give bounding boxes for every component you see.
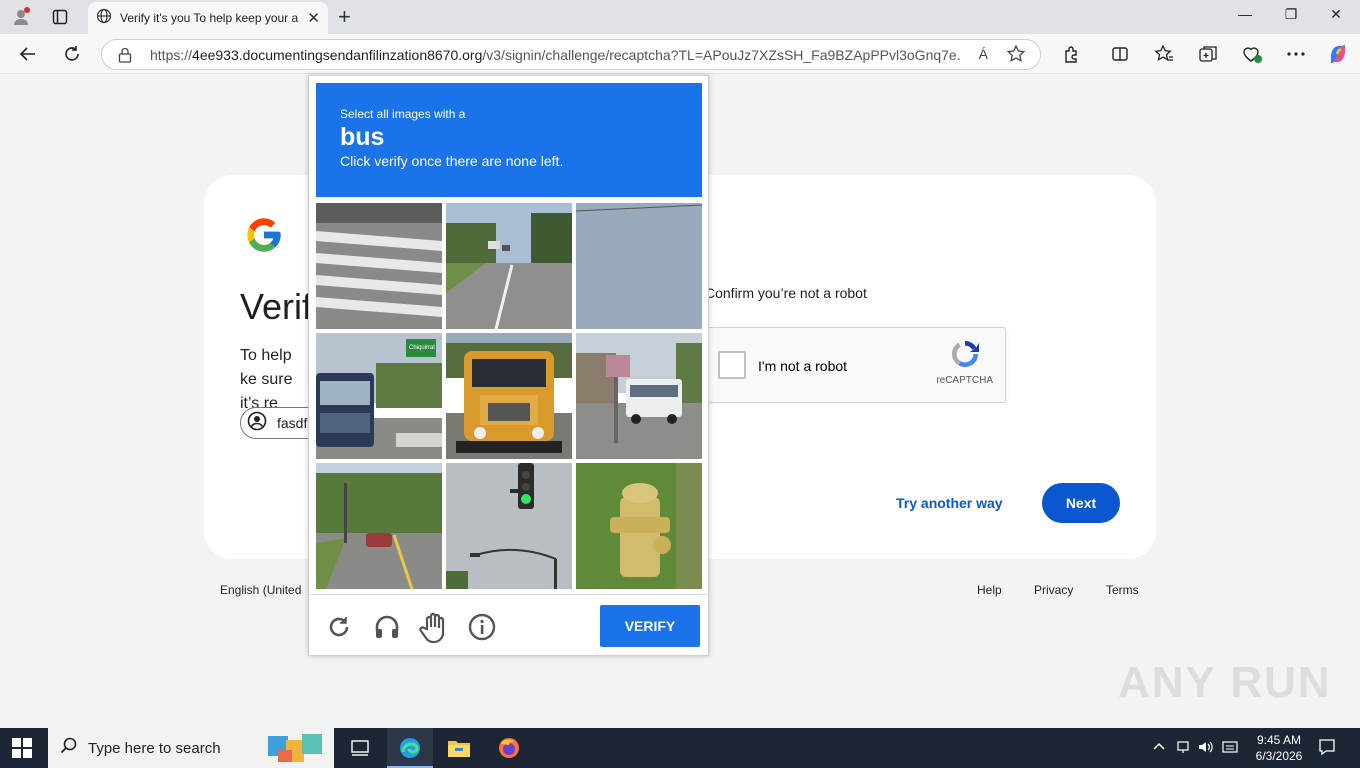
- challenge-tile-fire-hydrant[interactable]: [576, 463, 702, 589]
- next-button[interactable]: Next: [1042, 483, 1120, 523]
- search-icon: [60, 737, 78, 760]
- puzzle-widget-icon[interactable]: [264, 730, 330, 768]
- audio-challenge-icon[interactable]: [372, 612, 402, 642]
- browser-essentials-icon[interactable]: [1240, 42, 1264, 66]
- windows-start-icon[interactable]: [12, 738, 32, 763]
- minimize-icon[interactable]: —: [1230, 6, 1260, 22]
- taskbar-search[interactable]: Type here to search: [48, 728, 334, 768]
- recaptcha-brand: reCAPTCHA: [936, 375, 993, 386]
- tab-title: Verify it's you To help keep your a: [120, 11, 299, 25]
- favorites-icon[interactable]: [1152, 42, 1176, 66]
- close-tab-icon[interactable]: ✕: [307, 9, 320, 27]
- browser-tab-bar: Verify it's you To help keep your a ✕ + …: [0, 0, 1360, 34]
- task-view-icon[interactable]: [348, 736, 372, 760]
- footer-privacy-link[interactable]: Privacy: [1034, 583, 1073, 597]
- challenge-tile-bus[interactable]: Chiquirral: [316, 333, 442, 459]
- challenge-divider: [309, 594, 708, 595]
- profile-icon[interactable]: [10, 6, 32, 28]
- url-text[interactable]: https://4ee933.documentingsendanfilinzat…: [150, 47, 960, 63]
- challenge-subinstruction: Click verify once there are none left.: [340, 153, 564, 169]
- search-placeholder: Type here to search: [88, 739, 221, 757]
- account-circle-icon: [247, 411, 267, 436]
- info-icon[interactable]: [467, 612, 497, 642]
- anyrun-watermark: ANY RUN: [1118, 658, 1332, 707]
- close-window-icon[interactable]: ✕: [1321, 6, 1351, 23]
- new-tab-icon[interactable]: +: [338, 4, 351, 30]
- challenge-tile-sky[interactable]: [576, 203, 702, 329]
- back-icon[interactable]: [16, 42, 40, 66]
- account-email: fasdf: [277, 415, 308, 431]
- try-another-way-link[interactable]: Try another way: [896, 495, 1003, 511]
- recaptcha-logo-icon: [949, 338, 981, 375]
- challenge-tile-bus-street[interactable]: [576, 333, 702, 459]
- page-description: To help ke sure it’s re: [240, 347, 293, 412]
- volume-icon[interactable]: [1198, 740, 1214, 757]
- restore-icon[interactable]: ❐: [1276, 6, 1306, 23]
- browser-toolbar: https://4ee933.documentingsendanfilinzat…: [0, 34, 1360, 74]
- tray-chevron-icon[interactable]: [1152, 740, 1166, 754]
- input-method-icon[interactable]: [1222, 740, 1238, 757]
- lock-icon[interactable]: [118, 47, 132, 68]
- tab-actions-icon[interactable]: [49, 6, 71, 28]
- challenge-header: Select all images with a bus Click verif…: [316, 83, 702, 197]
- copilot-icon[interactable]: [1326, 42, 1350, 66]
- notifications-icon[interactable]: [1318, 738, 1336, 759]
- hand-icon[interactable]: [419, 612, 449, 643]
- recaptcha-label: I'm not a robot: [758, 358, 848, 374]
- challenge-tile-crosswalk[interactable]: [316, 203, 442, 329]
- language-selector[interactable]: English (United: [220, 583, 301, 597]
- challenge-tile-street-car[interactable]: [316, 463, 442, 589]
- favorite-star-icon[interactable]: [1006, 44, 1026, 69]
- windows-taskbar: Type here to search 9:45 AM 6/3/2026: [0, 728, 1360, 768]
- read-aloud-icon[interactable]: Á: [979, 46, 988, 62]
- more-menu-icon[interactable]: [1284, 42, 1308, 66]
- challenge-target: bus: [340, 123, 385, 151]
- challenge-tile-school-bus[interactable]: [446, 333, 572, 459]
- recaptcha-widget: I'm not a robot reCAPTCHA: [706, 327, 1006, 403]
- verify-button[interactable]: VERIFY: [600, 605, 700, 647]
- tab-verify[interactable]: Verify it's you To help keep your a ✕: [88, 2, 328, 34]
- footer-help-link[interactable]: Help: [977, 583, 1002, 597]
- globe-icon: [96, 8, 112, 29]
- google-logo-icon: [244, 215, 284, 260]
- challenge-tile-traffic-light[interactable]: [446, 463, 572, 589]
- recaptcha-checkbox[interactable]: [718, 351, 746, 379]
- recaptcha-challenge-popup: Select all images with a bus Click verif…: [308, 75, 709, 656]
- footer-terms-link[interactable]: Terms: [1106, 583, 1139, 597]
- edge-browser-icon[interactable]: [398, 736, 422, 760]
- page-title: Verif: [240, 286, 313, 327]
- refresh-icon[interactable]: [60, 42, 84, 66]
- challenge-instruction: Select all images with a: [340, 107, 466, 121]
- collections-icon[interactable]: [1196, 42, 1220, 66]
- firefox-icon[interactable]: [497, 736, 521, 760]
- clock-time: 9:45 AM: [1256, 733, 1302, 747]
- extensions-icon[interactable]: [1059, 42, 1083, 66]
- challenge-tile-road[interactable]: [446, 203, 572, 329]
- tile-sign-text: Chiquirral: [409, 345, 435, 351]
- file-explorer-icon[interactable]: [447, 736, 471, 760]
- confirm-not-robot-text: Confirm you’re not a robot: [705, 285, 867, 301]
- network-icon[interactable]: [1176, 740, 1190, 757]
- taskbar-clock[interactable]: 9:45 AM 6/3/2026: [1244, 732, 1314, 764]
- clock-date: 6/3/2026: [1255, 749, 1303, 763]
- split-screen-icon[interactable]: [1108, 42, 1132, 66]
- address-bar[interactable]: https://4ee933.documentingsendanfilinzat…: [101, 39, 1041, 70]
- reload-challenge-icon[interactable]: [324, 612, 354, 642]
